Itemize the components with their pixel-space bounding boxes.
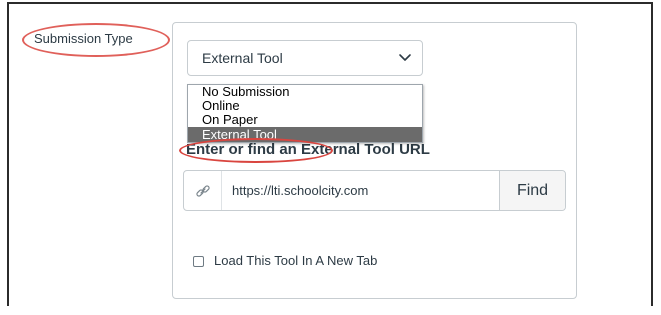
submission-type-options: No Submission Online On Paper External T… [187, 84, 423, 143]
annotation-circle-label [22, 23, 170, 57]
select-current-value: External Tool [202, 50, 283, 66]
new-tab-checkbox[interactable] [193, 256, 204, 267]
submission-type-select[interactable]: External Tool [187, 40, 423, 76]
annotation-circle-option [179, 138, 333, 163]
link-icon [196, 185, 210, 197]
option-on-paper[interactable]: On Paper [188, 113, 422, 127]
chevron-down-icon [399, 54, 411, 61]
find-button[interactable]: Find [499, 171, 565, 210]
tool-url-group: https://lti.schoolcity.com Find [183, 170, 566, 211]
option-online[interactable]: Online [188, 99, 422, 113]
option-no-submission[interactable]: No Submission [188, 85, 422, 99]
url-icon-cell [184, 171, 222, 210]
new-tab-label[interactable]: Load This Tool In A New Tab [214, 253, 377, 268]
tool-url-input[interactable]: https://lti.schoolcity.com [232, 183, 368, 198]
